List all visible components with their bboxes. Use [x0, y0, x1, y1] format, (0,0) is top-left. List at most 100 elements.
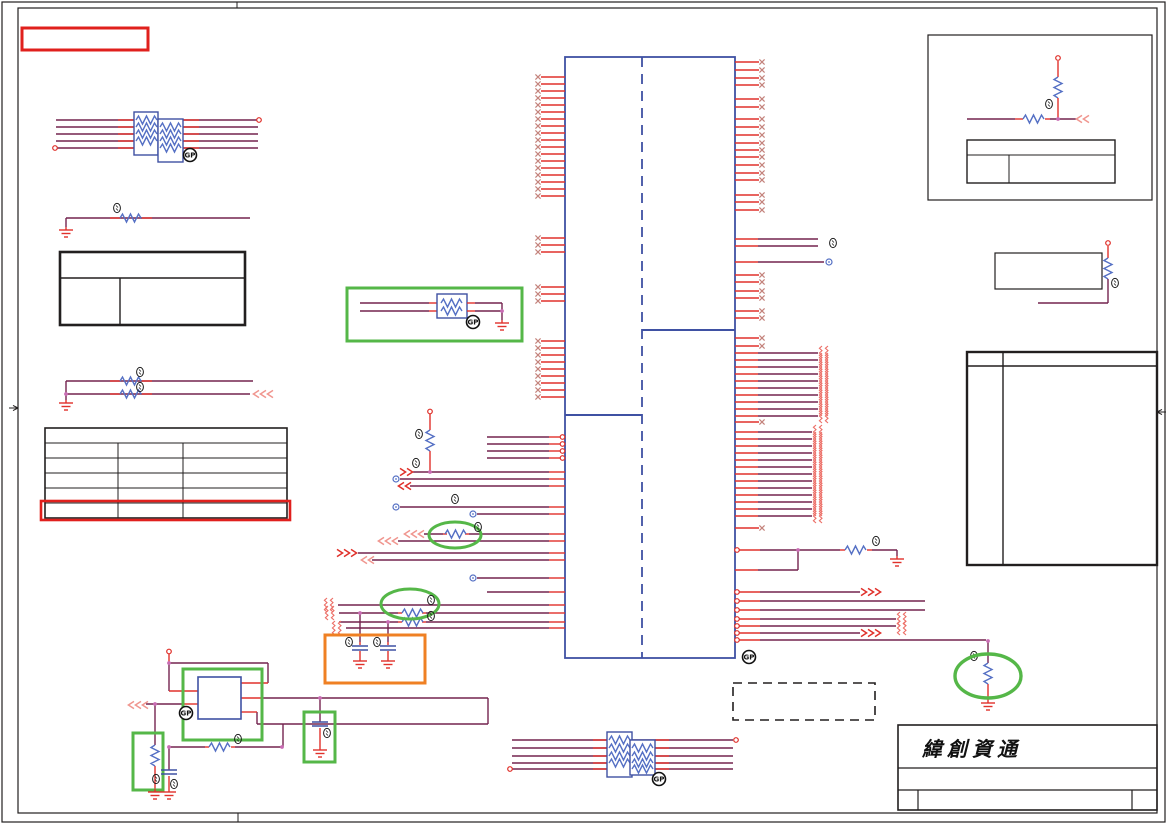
- designator-mark: [1045, 98, 1053, 110]
- ground-icon: [380, 657, 396, 669]
- offpage-chevron-icon: [259, 389, 267, 399]
- no-connect-x-icon: [534, 248, 542, 256]
- power-terminal-icon: [1055, 55, 1061, 61]
- offpage-zigzag-icon: [812, 501, 823, 517]
- no-connect-x-icon: [758, 95, 766, 103]
- no-connect-x-icon: [534, 192, 542, 200]
- no-connect-x-icon: [758, 74, 766, 82]
- no-connect-x-icon: [758, 307, 766, 315]
- offpage-zigzag-icon: [812, 445, 823, 461]
- offpage-chevron-icon: [252, 389, 260, 399]
- no-connect-x-icon: [534, 94, 542, 102]
- no-connect-x-icon: [534, 283, 542, 291]
- junction-dot: [64, 392, 68, 396]
- offpage-zigzag-icon: [818, 359, 829, 375]
- no-connect-x-icon: [534, 87, 542, 95]
- junction-dot: [386, 620, 390, 624]
- no-connect-x-icon: [758, 66, 766, 74]
- offpage-zigzag-icon: [812, 466, 823, 482]
- net-terminal-icon: [734, 630, 740, 636]
- no-connect-x-icon: [534, 358, 542, 366]
- net-terminal-icon: [507, 766, 513, 772]
- top-right-box: [927, 34, 1153, 201]
- capacitor-icon: [379, 645, 397, 651]
- ground-icon: [352, 657, 368, 669]
- offpage-chevron-icon: [867, 587, 875, 597]
- dual-resistor-row: [58, 366, 274, 411]
- no-connect-x-icon: [758, 115, 766, 123]
- company-logo-text: 緯創資通: [921, 737, 1022, 761]
- orange-box-cluster: [323, 587, 565, 685]
- no-connect-x-icon: [534, 115, 542, 123]
- junction-dot: [500, 309, 504, 313]
- offpage-zigzag-icon: [818, 408, 829, 424]
- net-terminal-icon: [559, 448, 566, 454]
- gp-badge: GP: [182, 147, 198, 163]
- pin-segments: [735, 238, 989, 700]
- offpage-chevron-icon: [410, 529, 418, 539]
- no-connect-x-icon: [758, 287, 766, 295]
- no-connect-x-icon: [758, 342, 766, 350]
- green-highlight-box: [131, 731, 165, 792]
- net-terminal-icon: [825, 258, 833, 266]
- designator-mark: [829, 237, 837, 249]
- offpage-chevron-icon: [350, 548, 358, 558]
- no-connect-x-icon: [534, 101, 542, 109]
- offpage-chevron-icon: [860, 628, 868, 638]
- junction-dot: [358, 611, 362, 615]
- gp-badge: GP: [741, 649, 757, 665]
- no-connect-x-icon: [758, 58, 766, 66]
- svg-text:GP: GP: [181, 710, 192, 718]
- no-connect-x-icon: [534, 185, 542, 193]
- no-connect-x-icon: [534, 372, 542, 380]
- ic-body: [564, 56, 736, 659]
- offpage-chevron-icon: [860, 587, 868, 597]
- offpage-chevron-icon: [384, 536, 392, 546]
- junction-dot: [167, 661, 171, 665]
- junction-dot: [986, 639, 990, 643]
- ground-icon: [889, 555, 905, 567]
- resistor-pack-body: [436, 293, 468, 319]
- net-terminal-icon: [392, 503, 400, 511]
- no-connect-x-icon: [758, 139, 766, 147]
- no-connect-x-icon: [758, 146, 766, 154]
- no-connect-x-icon: [534, 386, 542, 394]
- designator-mark: [323, 727, 331, 739]
- designator-mark: [872, 535, 880, 547]
- schematic-page: GP GP GP GP GP 緯創資通: [0, 0, 1167, 825]
- no-connect-x-icon: [758, 524, 766, 532]
- no-connect-x-icon: [758, 334, 766, 342]
- net-terminal-icon: [734, 623, 740, 629]
- no-connect-x-icon: [758, 81, 766, 89]
- net-terminal-icon: [734, 589, 740, 595]
- ic-pins-left: [534, 73, 565, 401]
- designator-mark: [345, 636, 353, 648]
- bottom-left-circuit: GP: [127, 648, 489, 800]
- no-connect-x-icon: [758, 314, 766, 322]
- offpage-chevron-icon: [406, 467, 414, 477]
- no-connect-x-icon: [758, 294, 766, 302]
- capacitor-icon: [351, 645, 369, 651]
- note-box: [994, 252, 1103, 290]
- no-connect-x-icon: [534, 80, 542, 88]
- offpage-zigzag-icon: [812, 452, 823, 468]
- net-terminal-icon: [734, 547, 740, 553]
- gp-badge: GP: [651, 771, 667, 787]
- resistor-icon: [844, 545, 867, 555]
- offpage-zigzag-icon: [818, 373, 829, 389]
- wires: [758, 238, 989, 663]
- junction-dot: [318, 696, 322, 700]
- no-connect-x-icon: [534, 393, 542, 401]
- no-connect-x-icon: [534, 150, 542, 158]
- offpage-chevron-icon: [134, 700, 142, 710]
- component-body: [197, 676, 242, 720]
- no-connect-x-icon: [758, 103, 766, 111]
- no-connect-x-icon: [534, 297, 542, 305]
- designator-mark: [451, 493, 459, 505]
- no-connect-x-icon: [534, 344, 542, 352]
- no-connect-x-icon: [758, 169, 766, 177]
- net-terminal-icon: [469, 510, 477, 518]
- offpage-zigzag-icon: [812, 431, 823, 447]
- resistor-icon: [401, 608, 424, 618]
- signal-table-left: [44, 427, 288, 519]
